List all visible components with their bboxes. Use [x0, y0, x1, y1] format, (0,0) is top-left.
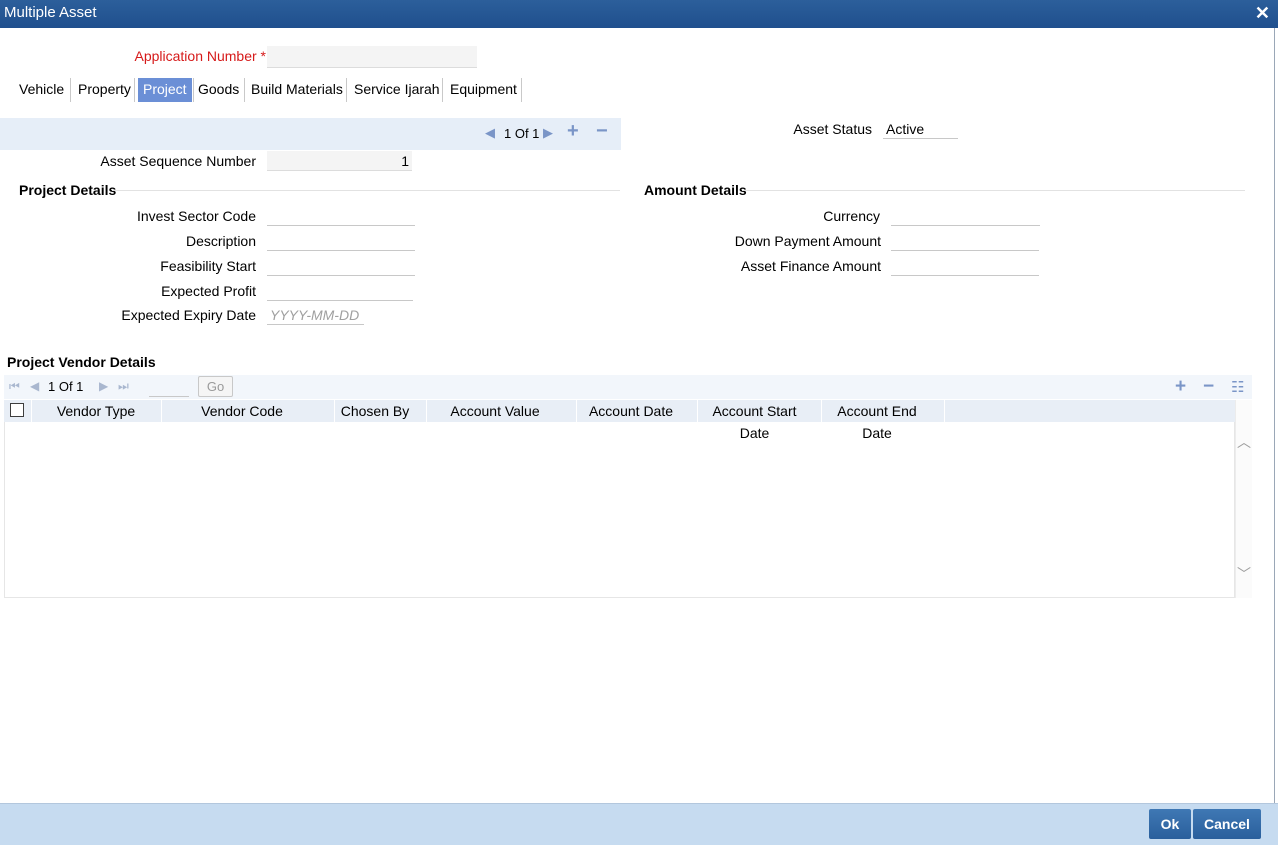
- description-input[interactable]: [267, 231, 415, 251]
- expected-expiry-date-input[interactable]: YYYY-MM-DD: [267, 305, 364, 325]
- tab-equipment[interactable]: Equipment: [445, 78, 522, 102]
- tab-separator: [134, 78, 135, 102]
- tab-goods[interactable]: Goods: [193, 78, 244, 102]
- application-number-input[interactable]: [267, 46, 477, 68]
- required-mark: *: [260, 48, 266, 64]
- last-page-icon[interactable]: ⏭: [118, 379, 129, 394]
- window-right-border: [1274, 28, 1275, 803]
- next-asset-icon[interactable]: ▶: [543, 125, 553, 141]
- column-header-vendor-code[interactable]: Vendor Code: [161, 400, 323, 422]
- vendor-grid-toolbar: [4, 375, 1252, 399]
- down-payment-amount-input[interactable]: [891, 231, 1039, 251]
- column-header-account-value[interactable]: Account Value: [426, 400, 564, 422]
- vendor-page-indicator: 1 Of 1: [48, 379, 84, 394]
- asset-sequence-input[interactable]: [267, 151, 412, 171]
- description-label: Description: [185, 233, 256, 249]
- add-asset-icon[interactable]: +: [567, 120, 579, 143]
- add-row-icon[interactable]: +: [1175, 376, 1186, 398]
- asset-status-label: Asset Status: [793, 121, 872, 137]
- tab-service-ijarah[interactable]: Service Ijarah: [349, 78, 445, 102]
- tab-vehicle[interactable]: Vehicle: [14, 78, 69, 102]
- remove-asset-icon[interactable]: −: [596, 120, 608, 143]
- project-details-title: Project Details: [19, 182, 117, 198]
- asset-page-indicator: 1 Of 1: [504, 126, 540, 141]
- title-bar: Multiple Asset ✕: [0, 0, 1278, 28]
- footer-bar: [0, 803, 1278, 845]
- page-number-input[interactable]: [149, 377, 189, 397]
- tab-separator: [442, 78, 443, 102]
- currency-input[interactable]: [891, 206, 1040, 226]
- down-payment-amount-label: Down Payment Amount: [734, 233, 881, 249]
- previous-page-icon[interactable]: ◀: [30, 379, 39, 393]
- amount-details-title: Amount Details: [644, 182, 747, 198]
- next-page-icon[interactable]: ▶: [99, 379, 108, 393]
- currency-label: Currency: [823, 208, 880, 224]
- column-header-chosen-by[interactable]: Chosen By: [334, 400, 416, 422]
- project-vendor-details-title: Project Vendor Details: [7, 354, 156, 370]
- column-header-account-date[interactable]: Account Date: [576, 400, 686, 422]
- amount-details-divider: [742, 190, 1245, 191]
- go-button[interactable]: Go: [198, 376, 233, 397]
- cancel-button[interactable]: Cancel: [1193, 809, 1261, 839]
- tab-project[interactable]: Project: [138, 78, 192, 102]
- feasibility-start-label: Feasibility Start: [160, 258, 256, 274]
- window-title: Multiple Asset: [4, 4, 97, 21]
- tab-separator: [244, 78, 245, 102]
- project-details-divider: [112, 190, 620, 191]
- tab-build-materials[interactable]: Build Materials: [246, 78, 348, 102]
- invest-sector-code-label: Invest Sector Code: [136, 208, 256, 224]
- list-view-icon[interactable]: ☷: [1231, 378, 1244, 396]
- tab-separator: [521, 78, 522, 102]
- asset-status-field: [883, 119, 958, 139]
- first-page-icon[interactable]: ⏮: [9, 379, 20, 394]
- expected-profit-input[interactable]: [267, 281, 413, 301]
- column-header-account-end-date[interactable]: Account End Date: [821, 400, 933, 441]
- column-separator: [944, 400, 945, 422]
- select-all-checkbox[interactable]: [10, 403, 24, 417]
- tab-property[interactable]: Property: [73, 78, 136, 102]
- column-header-account-start-date[interactable]: Account Start Date: [697, 400, 812, 441]
- asset-finance-amount-label: Asset Finance Amount: [740, 258, 881, 274]
- asset-sequence-label: Asset Sequence Number: [100, 153, 256, 169]
- feasibility-start-input[interactable]: [267, 256, 415, 276]
- application-number-label: Application Number *: [100, 48, 266, 64]
- invest-sector-code-input[interactable]: [267, 206, 415, 226]
- ok-button[interactable]: Ok: [1149, 809, 1191, 839]
- asset-finance-amount-input[interactable]: [891, 256, 1039, 276]
- delete-row-icon[interactable]: −: [1203, 376, 1214, 398]
- application-number-text: Application Number: [134, 48, 257, 64]
- column-header-vendor-type[interactable]: Vendor Type: [31, 400, 161, 422]
- scroll-down-icon[interactable]: ﹀: [1237, 564, 1251, 584]
- tab-separator: [346, 78, 347, 102]
- close-icon[interactable]: ✕: [1255, 0, 1270, 26]
- scroll-up-icon[interactable]: ︿: [1237, 432, 1251, 452]
- expected-profit-label: Expected Profit: [161, 283, 256, 299]
- vendor-grid-body: [4, 422, 1235, 598]
- expected-expiry-date-label: Expected Expiry Date: [121, 307, 256, 323]
- previous-asset-icon[interactable]: ◀: [485, 125, 495, 141]
- tab-separator: [70, 78, 71, 102]
